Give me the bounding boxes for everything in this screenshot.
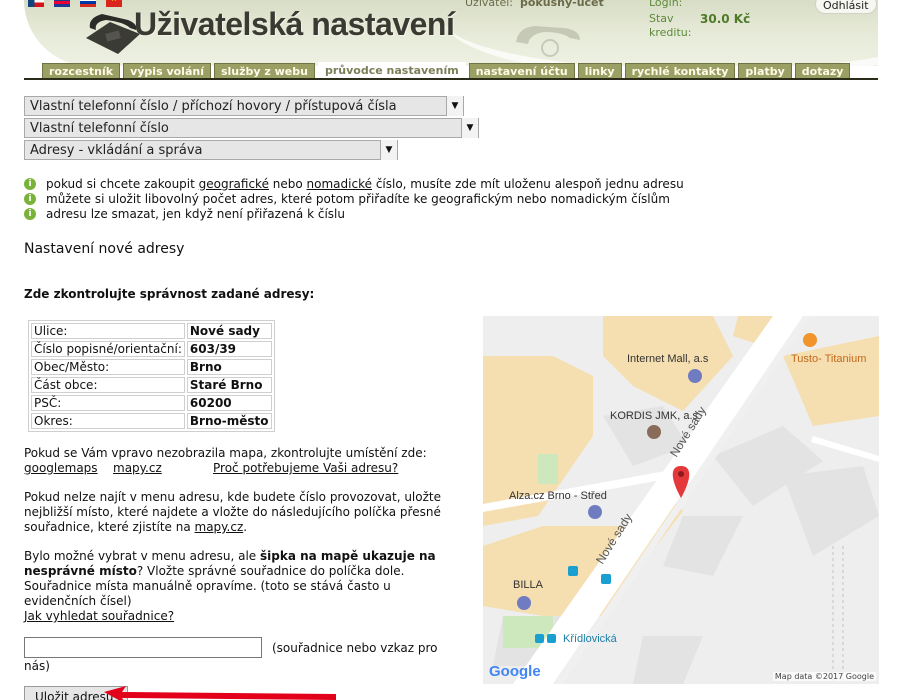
why-address-link[interactable]: Proč potřebujeme Vaši adresu? xyxy=(213,461,398,476)
table-row: Ulice: Nové sady xyxy=(31,323,272,339)
find-coordinates-link[interactable]: Jak vyhledat souřadnice? xyxy=(24,609,174,623)
tram-stop-icon[interactable] xyxy=(547,634,556,643)
info-icon: i xyxy=(24,177,36,190)
address-label: Část obce: xyxy=(31,377,185,393)
shopping-poi-icon[interactable] xyxy=(517,596,531,610)
header-banner: Uživatelská nastavení xyxy=(24,0,878,66)
nomadic-link[interactable]: nomadické xyxy=(307,177,372,191)
credit-label: Stav kreditu: xyxy=(649,12,692,39)
action-select-value: Adresy - vkládání a správa xyxy=(30,143,203,158)
map-check-paragraph: Pokud se Vám vpravo nezobrazila mapa, zk… xyxy=(24,446,454,476)
telephone-watermark-icon xyxy=(516,26,580,57)
dropdown-arrow-icon: ▼ xyxy=(380,140,397,160)
table-row: Okres: Brno-město xyxy=(31,413,272,429)
address-value: Nové sady xyxy=(186,323,272,339)
map-building xyxy=(783,336,879,426)
poi-label[interactable]: BILLA xyxy=(513,579,543,591)
restaurant-poi-icon[interactable] xyxy=(803,333,817,347)
address-value: Staré Brno xyxy=(186,377,272,393)
info-text: adresu lze smazat, jen když není přiřaze… xyxy=(46,206,345,221)
user-label: Uživatel: xyxy=(465,0,513,9)
info-item: i adresu lze smazat, jen když není přiřa… xyxy=(24,206,684,221)
app-header: Uživatelská nastavení Uživatel: pokusny-… xyxy=(0,0,900,82)
info-text: můžete si uložit libovolný počet adres, … xyxy=(46,191,670,206)
subcategory-select-value: Vlastní telefonní číslo xyxy=(30,121,169,136)
tram-stop-icon[interactable] xyxy=(601,574,611,584)
action-select[interactable]: Adresy - vkládání a správa ▼ xyxy=(24,140,398,160)
tabs-divider xyxy=(24,78,878,80)
table-row: Obec/Město: Brno xyxy=(31,359,272,375)
credit-value: 30.0 Kč xyxy=(700,12,751,26)
shopping-poi-icon[interactable] xyxy=(588,505,602,519)
category-select[interactable]: Vlastní telefonní číslo / příchozí hovor… xyxy=(24,96,464,116)
info-item: i pokud si chcete zakoupit geografické n… xyxy=(24,176,684,191)
login-label: Login: xyxy=(649,0,683,9)
address-label: Číslo popisné/orientační: xyxy=(31,341,185,357)
red-arrow-icon xyxy=(104,686,336,700)
address-label: Ulice: xyxy=(31,323,185,339)
ru-flag-icon[interactable] xyxy=(80,0,96,7)
logout-button[interactable]: Odhlásit xyxy=(815,0,877,14)
address-label: Okres: xyxy=(31,413,185,429)
address-map[interactable]: Internet Mall, a.s Tusto- Titanium KORDI… xyxy=(483,316,879,684)
coordinates-hint: (souřadnice nebo vzkaz pro xyxy=(272,641,438,655)
nearest-place-paragraph: Pokud nelze najít v menu adresu, kde bud… xyxy=(24,490,441,534)
poi-label[interactable]: Internet Mall, a.s xyxy=(627,353,708,365)
table-row: PSČ: 60200 xyxy=(31,395,272,411)
info-item: i můžete si uložit libovolný počet adres… xyxy=(24,191,684,206)
mapy-cz-link[interactable]: mapy.cz xyxy=(113,461,162,476)
google-logo: Google xyxy=(489,663,541,680)
shopping-poi-icon[interactable] xyxy=(688,369,702,383)
section-title: Nastavení nové adresy xyxy=(24,241,185,257)
address-table: Ulice: Nové sady Číslo popisné/orientační… xyxy=(28,320,275,432)
address-label: Obec/Město: xyxy=(31,359,185,375)
gb-flag-icon[interactable] xyxy=(54,0,70,7)
address-value: 603/39 xyxy=(186,341,272,357)
category-select-value: Vlastní telefonní číslo / příchozí hovor… xyxy=(30,99,397,114)
info-text: pokud si chcete zakoupit geografické neb… xyxy=(46,176,684,191)
address-value: Brno-město xyxy=(186,413,272,429)
mapy-cz-link[interactable]: mapy.cz xyxy=(195,520,244,534)
dropdown-arrow-icon: ▼ xyxy=(446,96,463,116)
address-value: Brno xyxy=(186,359,272,375)
map-check-text: Pokud se Vám vpravo nezobrazila mapa, zk… xyxy=(24,446,427,460)
poi-label[interactable]: Křídlovická xyxy=(563,633,617,645)
office-poi-icon[interactable] xyxy=(647,425,661,439)
map-road xyxy=(811,436,879,462)
poi-label[interactable]: Alza.cz Brno - Střed xyxy=(509,490,607,502)
user-value: pokusny-ucet xyxy=(520,0,604,9)
map-building xyxy=(633,636,703,684)
poi-label[interactable]: Tusto- Titanium xyxy=(791,353,866,365)
geographic-link[interactable]: geografické xyxy=(199,177,269,191)
poi-label[interactable]: KORDIS JMK, a.s xyxy=(610,410,698,422)
tram-stop-icon[interactable] xyxy=(535,634,544,643)
address-value: 60200 xyxy=(186,395,272,411)
language-switcher xyxy=(28,0,122,7)
address-label: PSČ: xyxy=(31,395,185,411)
vn-flag-icon[interactable] xyxy=(106,0,122,7)
info-icon: i xyxy=(24,207,36,220)
check-title: Zde zkontrolujte správnost zadané adresy… xyxy=(24,287,315,301)
dropdown-arrow-icon: ▼ xyxy=(461,118,478,138)
wrong-marker-paragraph: Bylo možné vybrat v menu adresu, ale šip… xyxy=(24,549,436,623)
map-credit[interactable]: Map data ©2017 Google xyxy=(772,672,876,681)
subcategory-select[interactable]: Vlastní telefonní číslo ▼ xyxy=(24,118,479,138)
info-icon: i xyxy=(24,192,36,205)
googlemaps-link[interactable]: googlemaps xyxy=(24,461,98,476)
cz-flag-icon[interactable] xyxy=(28,0,44,7)
map-building xyxy=(783,466,879,556)
map-park xyxy=(538,454,558,484)
coordinates-input[interactable] xyxy=(24,637,262,658)
table-row: Část obce: Staré Brno xyxy=(31,377,272,393)
coordinates-hint-continued: nás) xyxy=(24,659,50,673)
tram-stop-icon[interactable] xyxy=(568,566,578,576)
table-row: Číslo popisné/orientační: 603/39 xyxy=(31,341,272,357)
page-title: Uživatelská nastavení xyxy=(134,6,455,42)
info-list: i pokud si chcete zakoupit geografické n… xyxy=(24,176,684,221)
map-building xyxy=(663,516,743,576)
